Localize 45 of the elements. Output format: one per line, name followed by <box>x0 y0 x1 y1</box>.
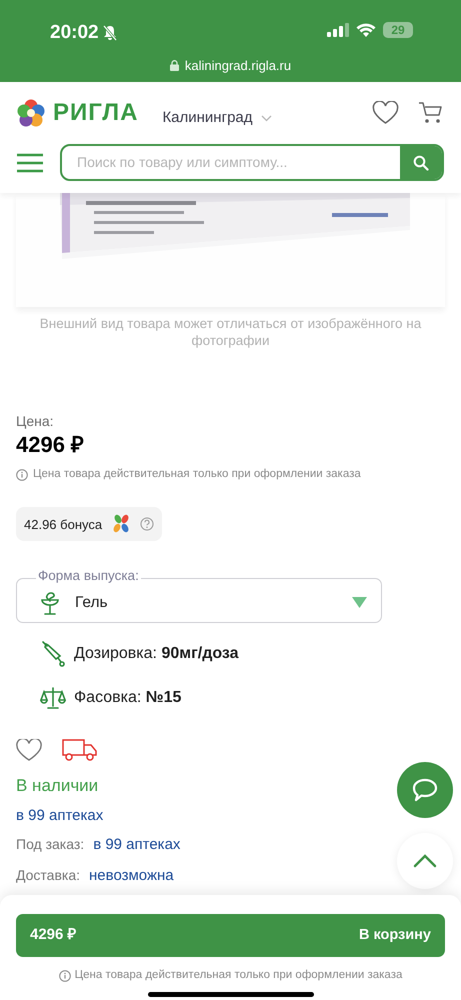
dropdown-triangle-icon <box>352 597 367 608</box>
select-label: Форма выпуска: <box>36 568 141 584</box>
delivery-value: невозможна <box>89 866 174 886</box>
chevron-down-icon <box>260 114 272 122</box>
chevron-up-icon <box>413 854 437 868</box>
signal-icon <box>327 23 349 37</box>
url-text[interactable]: kaliningrad.rigla.ru <box>184 56 292 76</box>
heart-icon[interactable] <box>372 101 399 125</box>
pipette-icon <box>40 640 66 668</box>
add-to-cart-button[interactable]: 4296 ₽ В корзину <box>16 914 445 957</box>
bonus-text: 42.96 бонуса <box>24 516 102 534</box>
price-value: 4296 ₽ <box>16 431 86 459</box>
info-icon <box>16 468 28 481</box>
lock-icon <box>170 60 179 72</box>
order-link[interactable]: в 99 аптеках <box>93 834 180 857</box>
menu-icon[interactable] <box>17 152 43 172</box>
spec-text: Фасовка: №15 <box>74 688 182 708</box>
truck-icon <box>62 738 98 762</box>
logo-icon[interactable] <box>16 98 46 128</box>
spec-text: Дозировка: 90мг/доза <box>74 644 239 664</box>
order-label: Под заказ: <box>16 835 84 854</box>
search-input[interactable]: Поиск по товару или симптому... <box>62 146 400 179</box>
info-icon <box>58 970 71 982</box>
search-icon <box>413 154 429 170</box>
wifi-icon <box>356 23 376 37</box>
price-label: Цена: <box>16 412 55 430</box>
search-button[interactable] <box>400 146 442 179</box>
cart-icon[interactable] <box>418 101 443 125</box>
clock: 20:02 <box>50 21 99 45</box>
heart-icon[interactable] <box>16 738 42 762</box>
help-icon[interactable] <box>140 517 154 532</box>
battery-indicator: 29 <box>383 22 413 38</box>
image-caption: Внешний вид товара может отличаться от изображённого на фотографии <box>38 315 422 349</box>
availability-status: В наличии <box>16 775 98 798</box>
select-value: Гель <box>75 593 108 614</box>
brand-logo-text[interactable]: РИГЛА <box>53 95 138 131</box>
delivery-label: Доставка: <box>16 866 80 885</box>
cart-note: Цена товара действительная только при оформлении заказа <box>74 968 402 983</box>
scales-icon <box>40 686 66 710</box>
price-note: Цена товара действительная только при оформлении заказа <box>33 467 361 482</box>
stores-link[interactable]: в 99 аптеках <box>16 806 104 826</box>
bell-muted-icon <box>102 25 117 42</box>
speech-bubble-icon <box>412 778 438 802</box>
search-bar[interactable]: Поиск по товару или симптому... <box>60 144 444 181</box>
city-selector[interactable]: Калининград <box>162 106 272 130</box>
